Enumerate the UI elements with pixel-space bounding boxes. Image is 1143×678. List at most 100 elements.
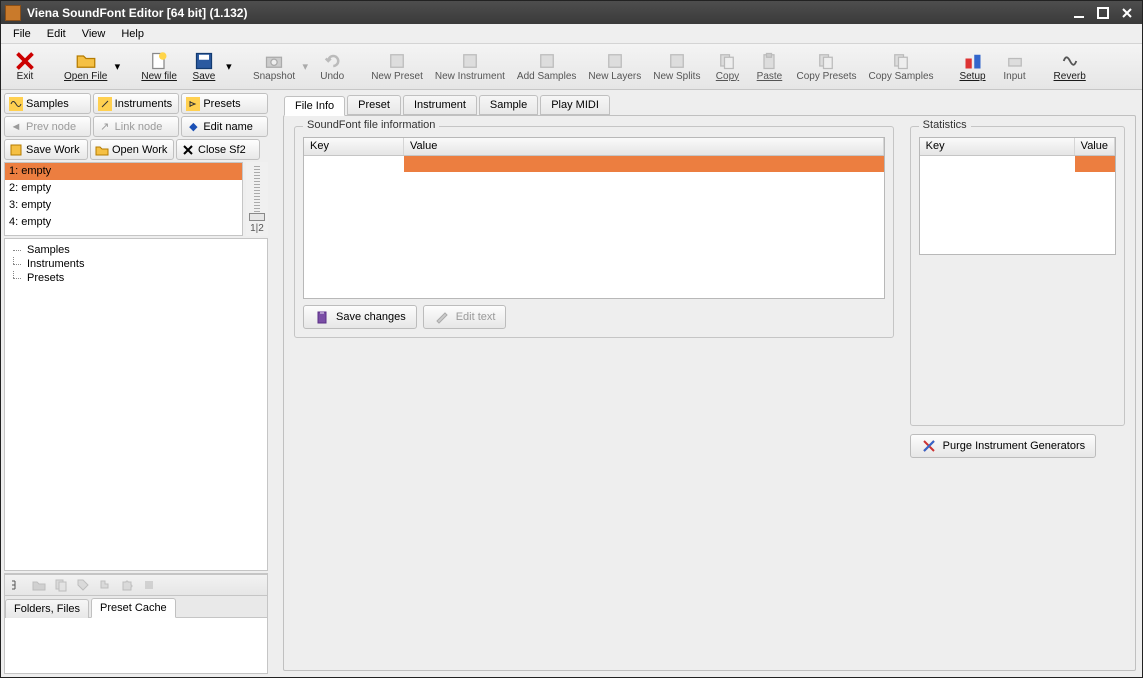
folder-icon[interactable] [29,576,49,594]
tab-file-info[interactable]: File Info [284,96,345,116]
setup-button[interactable]: Setup [953,46,993,88]
tree-item-presets[interactable]: Presets [7,271,265,285]
paste-icon [759,52,779,70]
save-icon [194,52,214,70]
tag-icon[interactable] [73,576,93,594]
list-item[interactable]: 1: empty [5,163,242,180]
prev-node-button[interactable]: ◄Prev node [4,116,91,137]
stop-icon[interactable] [139,576,159,594]
puzzle-icon[interactable] [117,576,137,594]
undo-button[interactable]: Undo [312,46,352,88]
col-value[interactable]: Value [404,138,884,155]
new-preset-button[interactable]: New Preset [366,46,428,88]
new-file-icon [149,52,169,70]
maximize-button[interactable] [1092,4,1114,22]
slider-label: 1|2 [250,223,264,234]
paste-button[interactable]: Paste [749,46,789,88]
window-title: Viena SoundFont Editor [64 bit] (1.132) [27,6,247,20]
close-sf2-label: Close Sf2 [198,144,246,156]
pencil-icon [434,309,450,325]
soundfont-list[interactable]: 1: empty 2: empty 3: empty 4: empty [4,162,243,236]
stats-col-value[interactable]: Value [1075,138,1115,155]
menu-help[interactable]: Help [113,26,152,42]
minimize-button[interactable] [1068,4,1090,22]
tree-view-icon[interactable] [7,576,27,594]
structure-tree[interactable]: Samples Instruments Presets [4,238,268,571]
undo-icon [322,52,342,70]
tab-folders-files[interactable]: Folders, Files [5,599,89,618]
menu-file[interactable]: File [5,26,39,42]
new-instrument-button[interactable]: New Instrument [430,46,510,88]
statistics-legend: Statistics [919,119,971,131]
instruments-filter-button[interactable]: Instruments [93,93,180,114]
snapshot-dropdown[interactable]: ▾ [300,60,310,73]
new-instrument-label: New Instrument [435,71,505,82]
setup-label: Setup [959,71,985,82]
app-icon [5,5,21,21]
tree-item-samples[interactable]: Samples [7,243,265,257]
list-item[interactable]: 4: empty [5,214,242,231]
purge-generators-button[interactable]: Purge Instrument Generators [910,434,1096,458]
zoom-slider[interactable]: 1|2 [246,162,268,236]
copy-samples-button[interactable]: Copy Samples [864,46,939,88]
open-file-dropdown[interactable]: ▾ [112,60,122,73]
copy-presets-button[interactable]: Copy Presets [791,46,861,88]
wave-icon [9,97,23,111]
paste-label: Paste [757,71,783,82]
stats-col-key[interactable]: Key [920,138,1075,155]
open-work-button[interactable]: Open Work [90,139,174,160]
statistics-grid[interactable]: Key Value [919,137,1116,255]
input-label: Input [1003,71,1025,82]
exit-label: Exit [17,71,34,82]
preset-icon [186,97,200,111]
new-splits-button[interactable]: New Splits [648,46,705,88]
piece-icon[interactable] [95,576,115,594]
new-layers-button[interactable]: New Layers [583,46,646,88]
open-file-label: Open File [64,71,107,82]
undo-label: Undo [320,71,344,82]
close-sf2-button[interactable]: Close Sf2 [176,139,260,160]
edit-text-button[interactable]: Edit text [423,305,507,329]
save-dropdown[interactable]: ▾ [224,60,234,73]
copy-icon [717,52,737,70]
samples-filter-button[interactable]: Samples [4,93,91,114]
preset-cache-box[interactable] [4,618,268,674]
list-item[interactable]: 2: empty [5,180,242,197]
splitter[interactable] [272,93,276,674]
presets-filter-button[interactable]: Presets [181,93,268,114]
reverb-button[interactable]: Reverb [1049,46,1091,88]
exit-button[interactable]: Exit [5,46,45,88]
reverb-label: Reverb [1054,71,1086,82]
new-splits-label: New Splits [653,71,700,82]
save-button[interactable]: Save [184,46,224,88]
menu-edit[interactable]: Edit [39,26,74,42]
add-samples-button[interactable]: Add Samples [512,46,581,88]
file-info-grid[interactable]: Key Value [303,137,885,299]
list-item[interactable]: 3: empty [5,197,242,214]
open-file-button[interactable]: Open File [59,46,112,88]
copy-button[interactable]: Copy [707,46,747,88]
close-button[interactable] [1116,4,1138,22]
tab-instrument[interactable]: Instrument [403,95,477,115]
new-file-button[interactable]: New file [136,46,182,88]
copy-label: Copy [716,71,739,82]
file-info-group: SoundFont file information Key Value [294,126,894,338]
save-work-button[interactable]: Save Work [4,139,88,160]
menu-view[interactable]: View [74,26,114,42]
input-button[interactable]: Input [995,46,1035,88]
file-info-legend: SoundFont file information [303,119,439,131]
col-key[interactable]: Key [304,138,404,155]
reverb-icon [1060,52,1080,70]
edit-name-button[interactable]: ◆Edit name [181,116,268,137]
tab-sample[interactable]: Sample [479,95,538,115]
copy-small-icon[interactable] [51,576,71,594]
tree-item-instruments[interactable]: Instruments [7,257,265,271]
link-node-button[interactable]: ↗Link node [93,116,180,137]
snapshot-button[interactable]: Snapshot [248,46,300,88]
save-changes-button[interactable]: Save changes [303,305,417,329]
tab-preset[interactable]: Preset [347,95,401,115]
app-window: Viena SoundFont Editor [64 bit] (1.132) … [0,0,1143,678]
edit-icon: ◆ [186,120,200,134]
tab-play-midi[interactable]: Play MIDI [540,95,610,115]
tab-preset-cache[interactable]: Preset Cache [91,598,176,618]
